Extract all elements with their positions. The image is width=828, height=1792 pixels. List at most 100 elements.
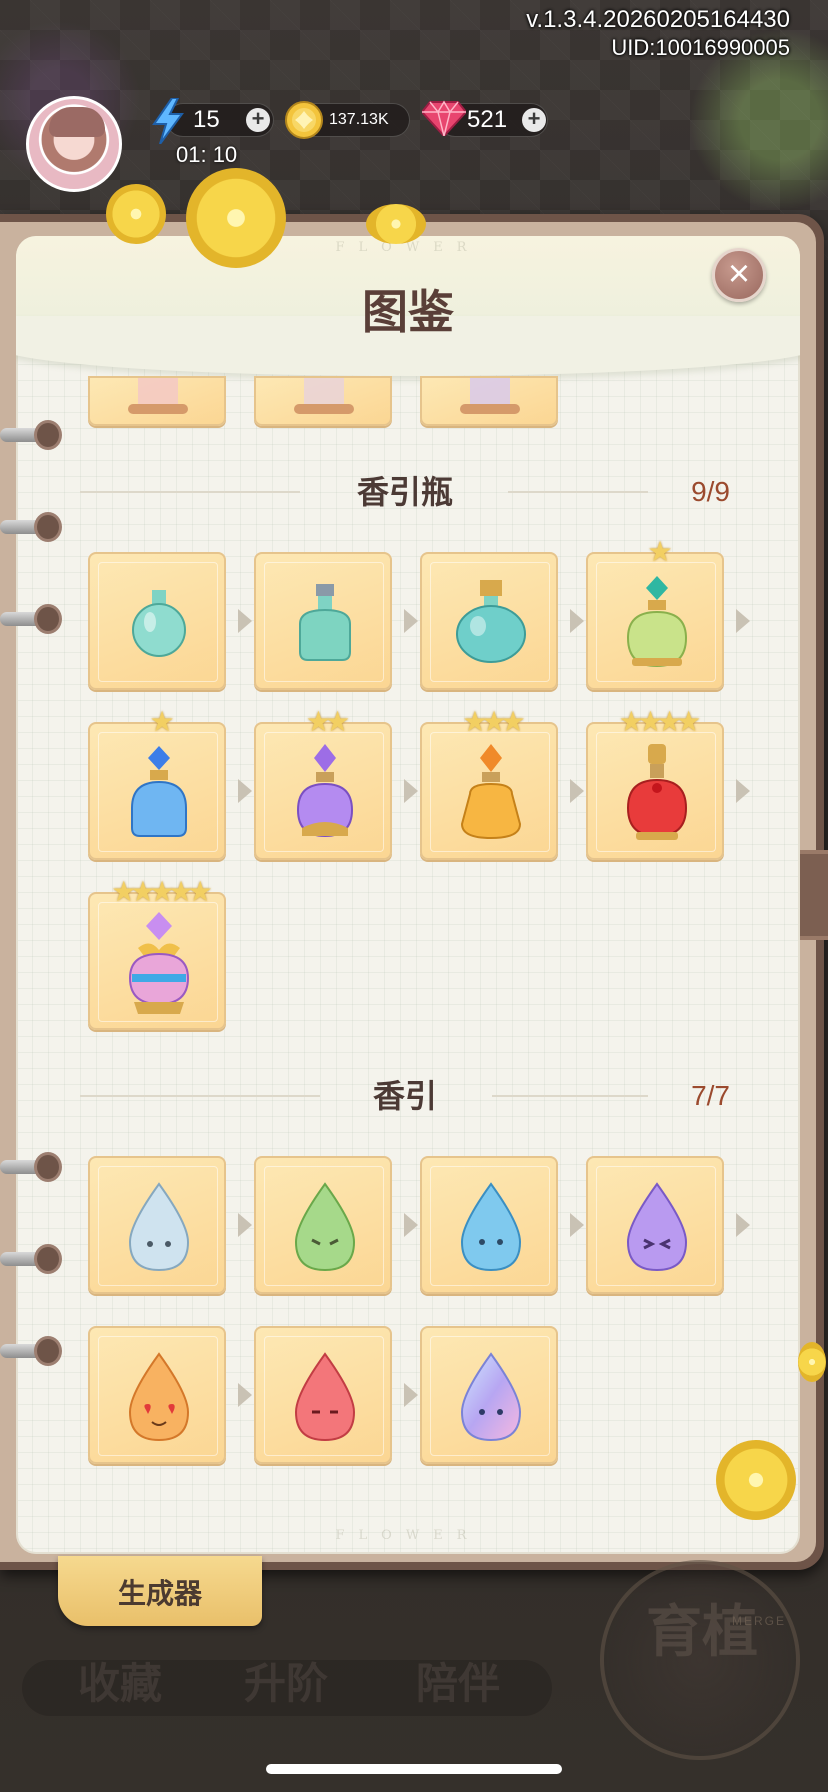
gems-add-button[interactable]: + [522, 108, 546, 132]
flower-text-bottom: FLOWER [335, 1528, 481, 1543]
arrow-icon [238, 779, 252, 803]
collection-card-partial[interactable] [88, 376, 226, 426]
bottle-card-3[interactable] [420, 552, 558, 690]
version-info: v.1.3.4.20260205164430 UID:10016990005 [526, 6, 790, 62]
drop-card-2[interactable] [254, 1156, 392, 1294]
perfume-bottle-9-icon [128, 912, 190, 1014]
drop-card-3[interactable] [420, 1156, 558, 1294]
energy-timer: 01: 10 [176, 142, 238, 167]
bottle-card-6[interactable]: ★★ [254, 708, 392, 860]
binder-ring [0, 420, 62, 450]
arrow-icon [404, 779, 418, 803]
coin-icon [285, 101, 323, 139]
binder-ring [0, 604, 62, 634]
nav-accompany[interactable]: 陪伴 [416, 1650, 500, 1711]
energy-add-button[interactable]: + [246, 108, 270, 132]
drop-card-5[interactable] [88, 1326, 226, 1464]
codex-page: FLOWER 图鉴 香引瓶 9/9 ★ ★ ★★ ★★★ ★★★★ ★★★★★ … [16, 236, 800, 1554]
section-header-drops: 香引 7/7 [80, 1076, 730, 1116]
collection-card-partial[interactable] [420, 376, 558, 426]
flower-decoration [186, 168, 286, 268]
lightning-icon [152, 98, 184, 144]
flower-decoration [106, 184, 166, 244]
start-button[interactable]: 育植 MERGE [600, 1560, 800, 1760]
page-title: 图鉴 [362, 285, 454, 339]
glass-dome-icon [460, 378, 520, 414]
bottle-card-8[interactable]: ★★★★ [586, 708, 724, 860]
perfume-bottle-7-icon [460, 744, 522, 840]
start-button-label: 育植 [646, 1600, 758, 1665]
close-button[interactable]: × [712, 248, 766, 302]
section-header-bottles: 香引瓶 9/9 [80, 472, 730, 512]
bottle-card-5[interactable]: ★ [88, 708, 226, 860]
flower-decoration [798, 1342, 826, 1382]
binder-ring [0, 1152, 62, 1182]
section-title: 香引瓶 [356, 473, 453, 511]
generator-tab[interactable]: 生成器 [58, 1556, 262, 1626]
drop-card-1[interactable] [88, 1156, 226, 1294]
star-rating: ★★★ [462, 706, 525, 737]
drop-green-icon [294, 1182, 356, 1272]
home-indicator[interactable] [266, 1764, 562, 1774]
gem-icon [422, 100, 466, 136]
binder-ring [0, 512, 62, 542]
gems-value: 521 [467, 106, 508, 133]
perfume-bottle-6-icon [296, 744, 354, 838]
drop-rainbow-icon [460, 1352, 522, 1442]
star-rating: ★ [149, 706, 174, 737]
bottle-card-4[interactable]: ★ [586, 538, 724, 690]
start-button-merge: MERGE [732, 1614, 787, 1628]
perfume-bottle-5-icon [131, 746, 187, 837]
close-icon: × [727, 253, 751, 295]
arrow-icon [404, 1213, 418, 1237]
perfume-bottle-3-icon [456, 580, 526, 663]
perfume-bottle-2-icon [299, 584, 351, 661]
arrow-icon [238, 1213, 252, 1237]
binder-ring [0, 1336, 62, 1366]
flower-decoration [716, 1440, 796, 1520]
drop-purple-icon [626, 1182, 688, 1272]
bottle-card-7[interactable]: ★★★ [420, 708, 558, 860]
bottle-card-1[interactable] [88, 552, 226, 690]
star-rating: ★★★★★ [111, 876, 213, 907]
star-rating: ★ [647, 536, 672, 567]
arrow-icon [736, 779, 750, 803]
drop-card-4[interactable] [586, 1156, 724, 1294]
section-count: 9/9 [691, 476, 730, 507]
version-text: v.1.3.4.20260205164430 [526, 6, 790, 33]
star-rating: ★★★★ [618, 706, 701, 737]
arrow-icon [570, 1213, 584, 1237]
binder-ring [0, 1244, 62, 1274]
glass-dome-icon [294, 378, 354, 414]
arrow-icon [570, 609, 584, 633]
bottle-card-2[interactable] [254, 552, 392, 690]
section-title: 香引 [372, 1077, 437, 1115]
arrow-icon [238, 609, 252, 633]
arrow-icon [736, 1213, 750, 1237]
generator-tab-label: 生成器 [117, 1577, 202, 1610]
uid-text: UID:10016990005 [611, 35, 790, 60]
arrow-icon [404, 609, 418, 633]
bottle-card-9[interactable]: ★★★★★ [88, 878, 226, 1030]
drop-clear-icon [128, 1182, 190, 1272]
flower-decoration [366, 204, 426, 244]
section-count: 7/7 [691, 1080, 730, 1111]
perfume-bottle-1-icon [132, 590, 186, 657]
energy-value: 15 [193, 106, 220, 133]
glass-dome-icon [128, 378, 188, 414]
arrow-icon [238, 1383, 252, 1407]
perfume-bottle-8-icon [626, 744, 688, 840]
nav-collect[interactable]: 收藏 [78, 1650, 162, 1711]
player-avatar[interactable] [26, 96, 122, 192]
arrow-icon [570, 779, 584, 803]
coins-value: 137.13K [329, 111, 389, 128]
nav-upgrade[interactable]: 升阶 [244, 1650, 328, 1711]
arrow-icon [404, 1383, 418, 1407]
drop-orange-icon [128, 1352, 190, 1442]
drop-card-7[interactable] [420, 1326, 558, 1464]
drop-card-6[interactable] [254, 1326, 392, 1464]
perfume-bottle-4-icon [626, 576, 688, 668]
drop-red-icon [294, 1352, 356, 1442]
star-rating: ★★ [305, 706, 350, 737]
collection-card-partial[interactable] [254, 376, 392, 426]
